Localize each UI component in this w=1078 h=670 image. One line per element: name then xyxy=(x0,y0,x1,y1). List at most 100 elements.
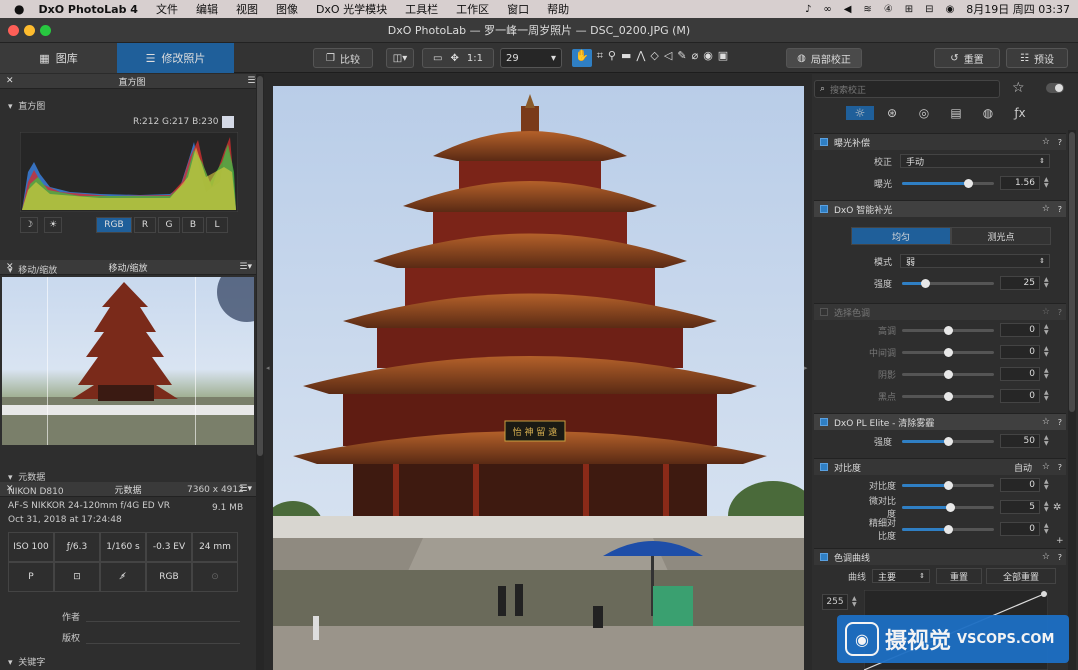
menu-edit[interactable]: 编辑 xyxy=(196,1,218,17)
input-method-icon[interactable]: ⊞ xyxy=(905,4,913,15)
star-icon[interactable]: ☆ xyxy=(1042,462,1050,472)
contrast-slider[interactable] xyxy=(902,481,994,490)
clearview-stepper[interactable]: ▲ ▼ xyxy=(1044,435,1052,447)
tone-midtones-slider[interactable] xyxy=(902,348,994,357)
channel-b[interactable]: B xyxy=(182,217,204,233)
favorite-star-icon[interactable]: ☆ xyxy=(1012,80,1025,96)
tone-blacks-stepper[interactable]: ▲ ▼ xyxy=(1044,390,1052,402)
tone-highlights-slider[interactable] xyxy=(902,326,994,335)
smart-lighting-section-header[interactable]: DxO 智能补光 ☆ ? xyxy=(814,200,1066,217)
keywords-section[interactable]: ▾ 关键字 xyxy=(8,655,45,668)
straighten-icon[interactable]: ▬ xyxy=(621,49,631,67)
star-icon[interactable]: ☆ xyxy=(1042,204,1050,214)
curve-input-field[interactable]: 255 xyxy=(822,594,848,610)
tone-midtones-stepper[interactable]: ▲ ▼ xyxy=(1044,346,1052,358)
tone-highlights-value-field[interactable]: 0 xyxy=(1000,323,1040,337)
help-icon[interactable]: ? xyxy=(1058,205,1062,214)
microcontrast-value-field[interactable]: 5 xyxy=(1000,500,1040,514)
watermark-tab-icon[interactable]: ◍ xyxy=(974,106,1002,120)
channel-rgb[interactable]: RGB xyxy=(96,217,132,233)
menu-workspace[interactable]: 工作区 xyxy=(456,1,489,17)
navigator-thumbnail[interactable] xyxy=(2,277,254,445)
contrast-value-field[interactable]: 0 xyxy=(1000,478,1040,492)
collapse-left-icon[interactable]: ◂ xyxy=(266,364,270,372)
help-icon[interactable]: ? xyxy=(1058,308,1062,317)
exposure-enable-checkbox[interactable] xyxy=(820,138,828,146)
star-icon[interactable]: ☆ xyxy=(1042,552,1050,562)
author-field[interactable] xyxy=(86,606,240,622)
siri-icon[interactable]: ◉ xyxy=(946,4,955,15)
tone-midtones-value-field[interactable]: 0 xyxy=(1000,345,1040,359)
magic-wand-icon[interactable]: ✲ xyxy=(1053,502,1061,513)
menu-help[interactable]: 帮助 xyxy=(547,1,569,17)
contrast-enable-checkbox[interactable] xyxy=(820,463,828,471)
reset-button[interactable]: ↺ 重置 xyxy=(934,48,1000,68)
tone-curve-section-header[interactable]: 色调曲线 ☆ ? xyxy=(814,548,1066,565)
uniform-button[interactable]: 均匀 xyxy=(851,227,951,245)
geometry-tab-icon[interactable]: ▤ xyxy=(942,106,970,120)
right-panel-scrollbar[interactable] xyxy=(1068,130,1076,670)
effects-tab-icon[interactable]: ƒx xyxy=(1006,106,1034,120)
fine-contrast-stepper[interactable]: ▲ ▼ xyxy=(1044,523,1052,535)
strength-value-field[interactable]: 25 xyxy=(1000,276,1040,290)
smart-lighting-enable-checkbox[interactable] xyxy=(820,205,828,213)
wifi-icon[interactable]: ≋ xyxy=(863,4,871,15)
contrast-section-header[interactable]: 对比度 自动 ☆ ? xyxy=(814,458,1066,475)
control-center-icon[interactable]: ⊟ xyxy=(925,4,933,15)
clearview-slider[interactable] xyxy=(902,437,994,446)
highlight-clip-icon[interactable]: ☀ xyxy=(44,217,62,233)
tone-shadows-slider-knob[interactable] xyxy=(944,370,953,379)
tone-midtones-slider-knob[interactable] xyxy=(944,348,953,357)
volume-icon[interactable]: ◀ xyxy=(844,4,852,15)
bell-icon[interactable]: ♪ xyxy=(805,4,811,15)
compare-button[interactable]: ❐ 比较 xyxy=(313,48,373,68)
microcontrast-stepper[interactable]: ▲ ▼ xyxy=(1044,501,1052,513)
zoom-select[interactable]: 29 ▾ xyxy=(500,48,562,68)
layout-button[interactable]: ◫▾ xyxy=(386,48,414,68)
clearview-enable-checkbox[interactable] xyxy=(820,418,828,426)
tab-library[interactable]: ▦ 图库 xyxy=(0,43,117,73)
exposure-value-field[interactable]: 1.56 xyxy=(1000,176,1040,190)
curve-reset-all-button[interactable]: 全部重置 xyxy=(986,568,1056,584)
toggle-switch[interactable] xyxy=(1046,83,1064,93)
fit-button[interactable]: ▭ ✥ 1:1 xyxy=(422,48,494,68)
add-icon[interactable]: + xyxy=(1056,536,1064,546)
strength-slider-knob[interactable] xyxy=(921,279,930,288)
local-adjust-button[interactable]: ◍ 局部校正 xyxy=(786,48,862,68)
volume-deform-icon[interactable]: ◁ xyxy=(664,49,672,67)
menu-optics[interactable]: DxO 光学模块 xyxy=(316,1,387,17)
exposure-slider-knob[interactable] xyxy=(964,179,974,188)
help-icon[interactable]: ? xyxy=(1058,138,1062,147)
image-viewer[interactable]: ◂ ▸ 怡 神 留 遠 xyxy=(264,74,812,670)
star-icon[interactable]: ☆ xyxy=(1042,307,1050,317)
curve-channel-dropdown[interactable]: 主要 ⇕ xyxy=(872,569,930,583)
tone-blacks-slider-knob[interactable] xyxy=(944,392,953,401)
collapse-right-icon[interactable]: ▸ xyxy=(804,364,808,372)
search-input[interactable]: 搜索校正 xyxy=(830,83,866,96)
microcontrast-slider[interactable] xyxy=(902,503,994,512)
tab-customize[interactable]: ☰ 修改照片 xyxy=(117,43,234,73)
repair-icon[interactable]: ⌀ xyxy=(692,49,699,67)
contrast-stepper[interactable]: ▲ ▼ xyxy=(1044,479,1052,491)
copyright-field[interactable] xyxy=(86,628,240,644)
apple-icon[interactable]: ● xyxy=(14,2,24,16)
clearview-value-field[interactable]: 50 xyxy=(1000,434,1040,448)
strength-stepper[interactable]: ▲ ▼ xyxy=(1044,277,1052,289)
red-eye-icon[interactable]: ✎ xyxy=(677,49,686,67)
menu-file[interactable]: 文件 xyxy=(156,1,178,17)
tone-shadows-value-field[interactable]: 0 xyxy=(1000,367,1040,381)
tone-blacks-slider[interactable] xyxy=(902,392,994,401)
scroll-thumb[interactable] xyxy=(1069,132,1075,412)
contrast-auto-button[interactable]: 自动 xyxy=(1014,461,1032,474)
panel-menu-icon[interactable]: ☰▾ xyxy=(239,262,252,272)
app-menu[interactable]: DxO PhotoLab 4 xyxy=(38,3,137,16)
clearview-section-header[interactable]: DxO PL Elite - 清除雾霾 ☆ ? xyxy=(814,413,1066,430)
tone-shadows-stepper[interactable]: ▲ ▼ xyxy=(1044,368,1052,380)
menu-window[interactable]: 窗口 xyxy=(507,1,529,17)
tone-highlights-stepper[interactable]: ▲ ▼ xyxy=(1044,324,1052,336)
menu-image[interactable]: 图像 xyxy=(276,1,298,17)
contrast-slider-knob[interactable] xyxy=(944,481,953,490)
light-tab-icon[interactable]: ☼ xyxy=(846,106,874,120)
badge-icon[interactable]: ④ xyxy=(884,4,893,15)
help-icon[interactable]: ? xyxy=(1058,463,1062,472)
